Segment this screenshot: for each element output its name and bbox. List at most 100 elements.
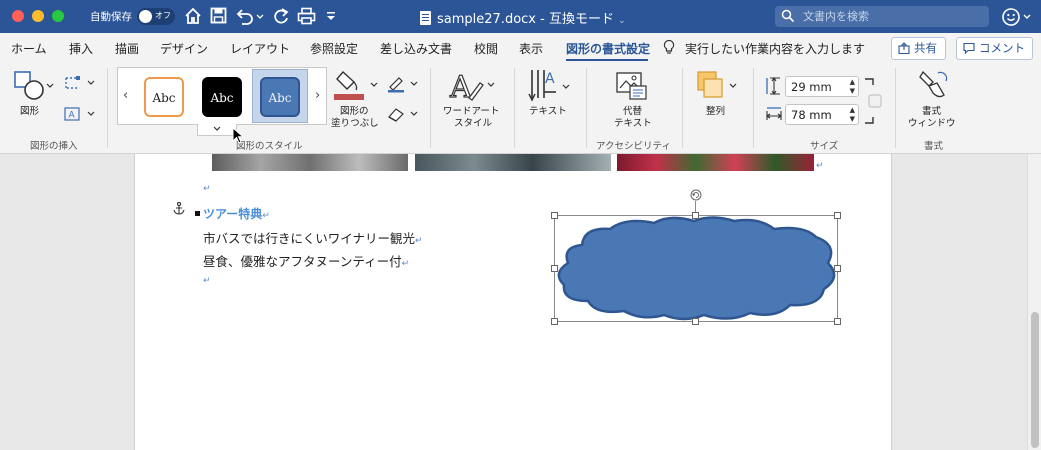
shape-effects-icon[interactable] <box>386 106 420 122</box>
shape-height-field[interactable]: ▲▼ <box>785 76 859 97</box>
document-heading[interactable]: ツアー特典↵ <box>203 205 270 222</box>
group-divider <box>107 68 108 148</box>
shape-width-icon <box>766 107 782 120</box>
width-stepper-icon[interactable]: ▲ ▼ <box>850 106 855 124</box>
svg-text:A: A <box>69 111 76 121</box>
paragraph-mark: ↵ <box>816 161 824 171</box>
title-chevron-down-icon[interactable]: ⌄ <box>618 16 626 26</box>
shapes-chevron-down-icon[interactable] <box>46 83 54 89</box>
autosave-label: 自動保存 <box>90 11 132 23</box>
vertical-scrollbar[interactable] <box>1027 154 1041 450</box>
close-window-button[interactable] <box>12 10 24 22</box>
resize-handle-bottom[interactable] <box>692 318 699 325</box>
wordart-icon[interactable]: A <box>448 69 496 103</box>
search-box[interactable] <box>775 6 989 27</box>
shapes-icon[interactable] <box>14 71 46 101</box>
document-area[interactable]: ↵ ↵ ツアー特典↵ 市バスでは行きにくいワイナリー観光↵ 昼食、優雅なアフタヌ… <box>0 154 1041 450</box>
shape-fill-label-1: 図形の <box>340 106 369 117</box>
tab-design[interactable]: デザイン <box>160 40 208 57</box>
gallery-expand-button[interactable] <box>197 124 237 136</box>
print-icon[interactable] <box>297 7 317 27</box>
mouse-pointer-icon <box>232 127 244 144</box>
tab-insert[interactable]: 挿入 <box>69 40 93 57</box>
shape-height-input[interactable] <box>791 79 841 94</box>
tab-layout[interactable]: レイアウト <box>230 40 290 57</box>
document-line[interactable]: 市バスでは行きにくいワイナリー観光↵ <box>203 228 423 247</box>
tab-review[interactable]: 校閲 <box>474 40 498 57</box>
style-option-blue[interactable]: Abc <box>260 77 300 117</box>
resize-handle-bottom-right[interactable] <box>834 318 841 325</box>
lock-aspect-ratio-icon[interactable] <box>863 77 885 125</box>
alt-text-icon[interactable] <box>615 71 649 101</box>
comment-button[interactable]: コメント <box>956 37 1033 60</box>
bullet-marker <box>195 211 200 216</box>
shape-styles-gallery[interactable]: ‹ Abc Abc Abc › <box>117 67 327 125</box>
resize-handle-top-left[interactable] <box>551 212 558 219</box>
comment-label: コメント <box>979 41 1025 55</box>
gallery-next-icon[interactable]: › <box>315 88 320 103</box>
document-line[interactable]: 昼食、優雅なアフタヌーンティー付↵ <box>203 251 409 270</box>
group-divider <box>586 68 587 148</box>
text-box-icon[interactable]: A <box>64 107 96 121</box>
gallery-prev-icon[interactable]: ‹ <box>123 88 128 103</box>
tab-draw[interactable]: 描画 <box>115 40 139 57</box>
resize-handle-top[interactable] <box>692 212 699 219</box>
wordart-label-2: スタイル <box>454 118 493 129</box>
format-pane-icon[interactable] <box>917 69 949 103</box>
style-option-black[interactable]: Abc <box>202 77 242 117</box>
shape-outline-icon[interactable] <box>386 75 420 93</box>
tell-me-search[interactable]: 実行したい作業内容を入力します <box>685 40 865 57</box>
style-option-orange-outline[interactable]: Abc <box>144 77 184 117</box>
customize-toolbar-icon[interactable] <box>325 7 339 27</box>
paragraph-mark: ↵ <box>262 211 270 221</box>
paragraph-mark: ↵ <box>203 276 211 286</box>
search-input[interactable] <box>803 8 983 25</box>
resize-handle-left[interactable] <box>551 265 558 272</box>
share-button[interactable]: 共有 <box>891 37 946 60</box>
redo-icon[interactable] <box>272 7 290 27</box>
tab-mailings[interactable]: 差し込み文書 <box>380 40 452 57</box>
minimize-window-button[interactable] <box>32 10 44 22</box>
shape-width-input[interactable] <box>791 107 841 122</box>
document-photo-fountain[interactable] <box>415 154 611 171</box>
text-label: テキスト <box>529 106 567 117</box>
autosave-toggle-knob <box>139 10 152 23</box>
maximize-window-button[interactable] <box>52 10 64 22</box>
edit-shape-icon[interactable] <box>64 76 96 90</box>
home-icon[interactable] <box>184 7 204 27</box>
document-page[interactable]: ↵ ↵ ツアー特典↵ 市バスでは行きにくいワイナリー観光↵ 昼食、優雅なアフタヌ… <box>134 154 892 450</box>
resize-handle-bottom-left[interactable] <box>551 318 558 325</box>
tab-shape-format[interactable]: 図形の書式設定 <box>566 40 650 57</box>
autosave-toggle[interactable]: オフ <box>137 8 175 25</box>
rotate-handle-icon[interactable] <box>690 189 702 201</box>
account-button[interactable] <box>1000 6 1036 28</box>
shape-width-field[interactable]: ▲▼ <box>785 104 859 125</box>
cloud-shape-selection[interactable] <box>551 189 841 325</box>
resize-handle-top-right[interactable] <box>834 212 841 219</box>
wordart-label-1: ワードアート <box>443 106 500 117</box>
height-stepper-icon[interactable]: ▲ ▼ <box>850 78 855 96</box>
accessibility-group-label: アクセシビリティ <box>596 141 671 152</box>
undo-icon[interactable] <box>236 7 264 27</box>
active-tab-indicator <box>566 59 648 61</box>
document-title-text: sample27.docx - 互換モード <box>437 12 614 27</box>
tab-references[interactable]: 参照設定 <box>310 40 358 57</box>
shape-fill-icon[interactable] <box>334 68 380 102</box>
save-icon[interactable] <box>210 7 230 27</box>
alt-text-label-1: 代替 <box>623 106 643 117</box>
document-photo-flowers[interactable] <box>617 154 814 171</box>
paragraph-mark: ↵ <box>203 184 211 194</box>
anchor-icon[interactable] <box>173 202 185 215</box>
line-text: 昼食、優雅なアフタヌーンティー付 <box>203 254 402 269</box>
document-photo-street[interactable] <box>212 154 408 171</box>
comment-icon <box>963 42 975 54</box>
scrollbar-thumb[interactable] <box>1031 312 1039 448</box>
search-icon <box>781 9 795 23</box>
text-direction-icon[interactable]: A <box>528 68 574 104</box>
arrange-icon[interactable] <box>696 70 740 102</box>
tab-home[interactable]: ホーム <box>11 40 47 57</box>
tab-view[interactable]: 表示 <box>519 40 543 57</box>
document-title: sample27.docx - 互換モード ⌄ <box>420 8 626 27</box>
paragraph-mark: ↵ <box>415 236 423 246</box>
resize-handle-right[interactable] <box>834 265 841 272</box>
